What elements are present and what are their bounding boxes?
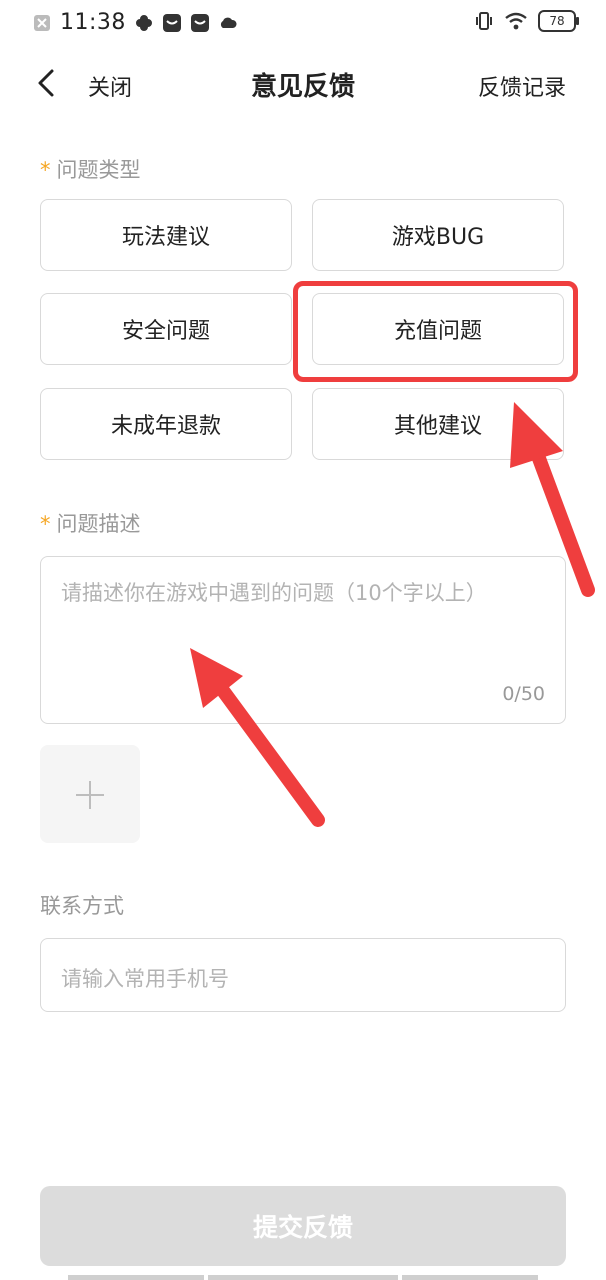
- wifi-icon: [505, 12, 527, 30]
- option-gameplay-suggestion[interactable]: 玩法建议: [40, 199, 292, 271]
- feedback-history-link[interactable]: 反馈记录: [478, 70, 566, 102]
- status-time: 11:38: [60, 10, 126, 35]
- option-recharge-issue[interactable]: 充值问题: [312, 293, 564, 365]
- cloud-icon: [220, 17, 237, 28]
- required-star: *: [40, 158, 51, 182]
- option-minor-refund[interactable]: 未成年退款: [40, 388, 292, 460]
- problem-type-label: * 问题类型: [40, 154, 141, 184]
- app-icon: [190, 13, 209, 32]
- nav-bar-segment: [68, 1275, 204, 1280]
- problem-description-label-text: 问题描述: [56, 512, 141, 536]
- plus-icon: [76, 781, 104, 809]
- problem-type-label-text: 问题类型: [56, 158, 141, 182]
- status-bar: 11:38 78: [0, 0, 606, 50]
- description-placeholder: 请描述你在游戏中遇到的问题（10个字以上）: [61, 581, 487, 605]
- option-game-bug[interactable]: 游戏BUG: [312, 199, 564, 271]
- header-bar: 意见反馈 关闭 反馈记录: [0, 58, 606, 110]
- vibrate-icon: [476, 12, 492, 30]
- app-icon: [162, 13, 181, 32]
- phone-input[interactable]: 请输入常用手机号: [40, 938, 566, 1012]
- nav-bar-segment: [208, 1275, 398, 1280]
- char-counter: 0/50: [502, 683, 545, 705]
- nav-bar-segment: [402, 1275, 538, 1280]
- battery-icon: 78: [538, 10, 579, 32]
- close-button[interactable]: 关闭: [88, 70, 132, 102]
- contact-label: 联系方式: [40, 894, 124, 918]
- add-image-button[interactable]: [40, 745, 140, 843]
- problem-description-label: * 问题描述: [40, 508, 141, 538]
- submit-feedback-button[interactable]: 提交反馈: [40, 1186, 566, 1266]
- phone-placeholder: 请输入常用手机号: [61, 967, 229, 991]
- option-security-issue[interactable]: 安全问题: [40, 293, 292, 365]
- required-star: *: [40, 512, 51, 536]
- back-arrow-icon[interactable]: [30, 66, 64, 100]
- description-textarea[interactable]: 请描述你在游戏中遇到的问题（10个字以上） 0/50: [40, 556, 566, 724]
- fan-icon: [135, 14, 152, 31]
- close-notification-icon: [34, 14, 50, 31]
- option-other-suggestion[interactable]: 其他建议: [312, 388, 564, 460]
